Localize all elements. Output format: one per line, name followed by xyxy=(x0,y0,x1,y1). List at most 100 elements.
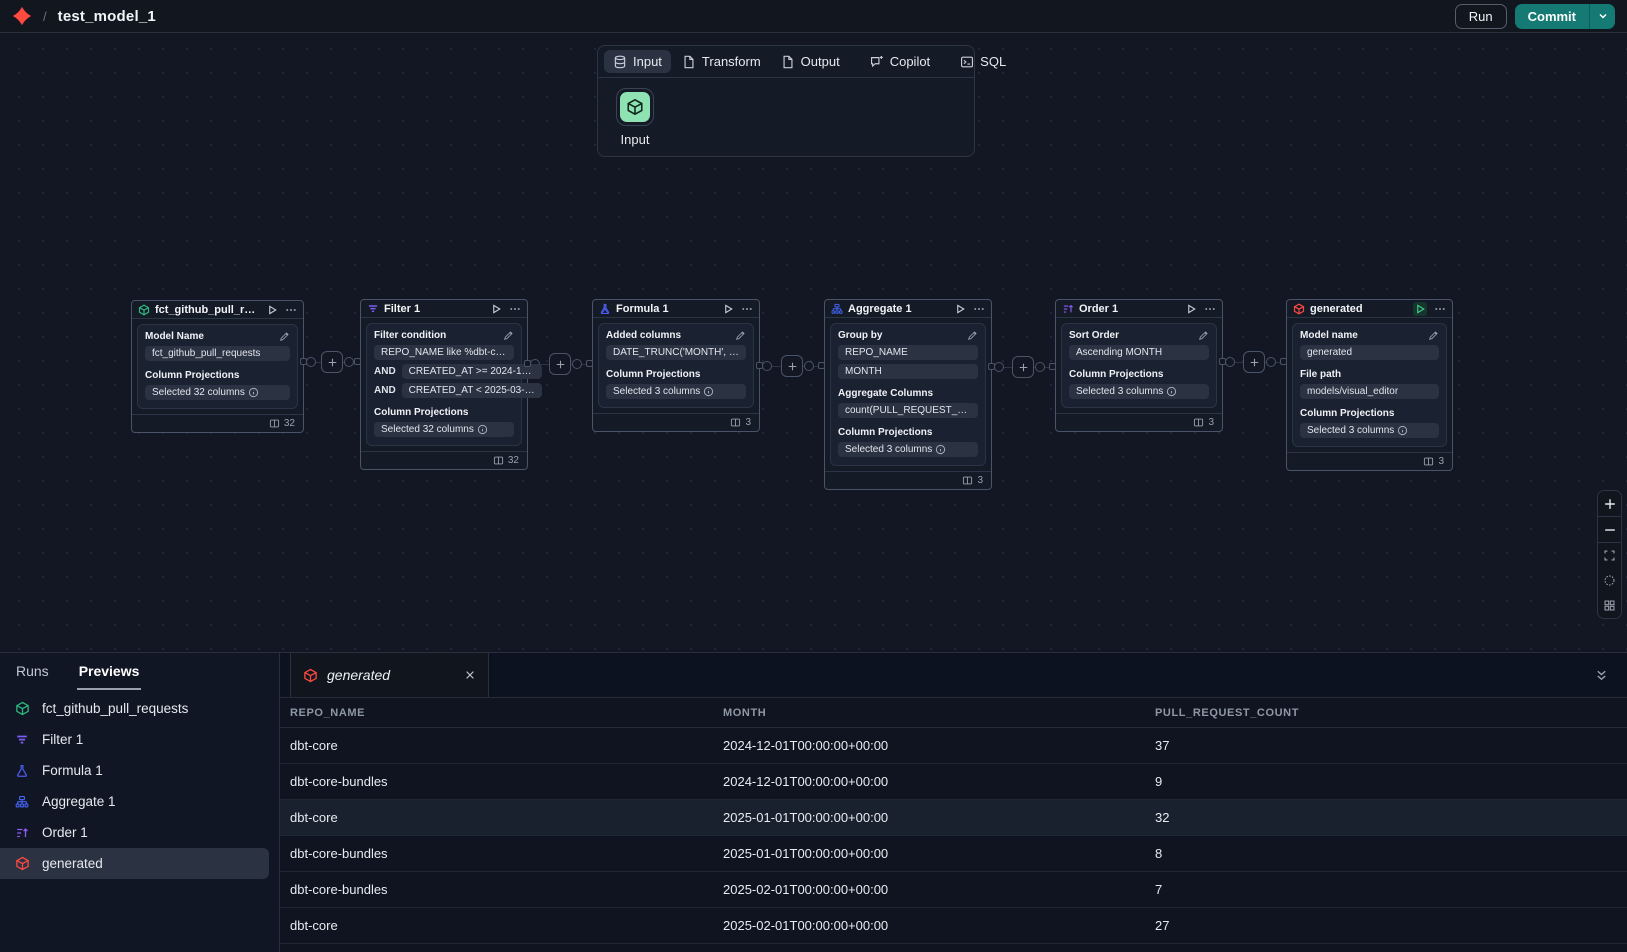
ellipsis-menu-icon[interactable] xyxy=(973,303,985,315)
add-node-button[interactable] xyxy=(781,355,803,377)
tab-input[interactable]: Input xyxy=(604,50,671,73)
play-icon[interactable] xyxy=(490,303,502,315)
added-column-chip[interactable]: DATE_TRUNC('MONTH', CREATED_AT... xyxy=(606,345,746,360)
play-icon[interactable] xyxy=(1185,303,1197,315)
add-node-button[interactable] xyxy=(549,353,571,375)
collapse-panel-icon[interactable] xyxy=(1594,668,1609,683)
edit-pencil-icon[interactable] xyxy=(1428,330,1439,341)
edge-port[interactable] xyxy=(1035,362,1045,372)
sidebar-item-formula-1[interactable]: Formula 1 xyxy=(0,755,269,786)
node-generated[interactable]: generated Model name generated File path xyxy=(1286,299,1453,471)
sidebar-item-fct-github-pull-requests[interactable]: fct_github_pull_requests xyxy=(0,693,269,724)
input-handle[interactable] xyxy=(354,358,361,365)
tab-sql[interactable]: SQL xyxy=(951,50,1015,73)
ellipsis-menu-icon[interactable] xyxy=(741,303,753,315)
editor-canvas[interactable]: Input Transform Output xyxy=(0,34,1627,652)
column-projections-chip[interactable]: Selected 32 columns xyxy=(145,385,290,400)
tab-copilot[interactable]: Copilot xyxy=(861,50,939,73)
add-node-button[interactable] xyxy=(1012,356,1034,378)
column-projections-chip[interactable]: Selected 3 columns xyxy=(1300,423,1439,438)
value-chip[interactable]: fct_github_pull_requests xyxy=(145,346,290,361)
edge-port[interactable] xyxy=(344,357,354,367)
edge-port[interactable] xyxy=(762,361,772,371)
table-row[interactable]: dbt-core-bundles 2024-12-01T00:00:00+00:… xyxy=(280,764,1627,800)
filter-condition-chip[interactable]: REPO_NAME like %dbt-core% xyxy=(374,345,514,360)
add-node-button[interactable] xyxy=(321,351,343,373)
table-row[interactable]: dbt-core 2025-01-01T00:00:00+00:00 32 xyxy=(280,800,1627,836)
zoom-out-button[interactable] xyxy=(1598,517,1621,542)
group-by-chip[interactable]: MONTH xyxy=(838,364,978,379)
output-handle[interactable] xyxy=(1219,358,1226,365)
edge-port[interactable] xyxy=(306,357,316,367)
sort-order-chip[interactable]: Ascending MONTH xyxy=(1069,345,1209,360)
zoom-in-button[interactable] xyxy=(1598,491,1621,516)
tab-transform[interactable]: Transform xyxy=(673,50,770,73)
preview-tab-generated[interactable]: generated xyxy=(290,653,489,697)
ellipsis-menu-icon[interactable] xyxy=(1434,303,1446,315)
ellipsis-menu-icon[interactable] xyxy=(1204,303,1216,315)
run-button[interactable]: Run xyxy=(1455,4,1507,29)
aggregate-column-chip[interactable]: count(PULL_REQUEST_NUMBER) as ... xyxy=(838,403,978,418)
layout-grid-button[interactable] xyxy=(1598,593,1621,618)
column-header-pull-request-count[interactable]: PULL_REQUEST_COUNT xyxy=(1155,707,1627,719)
add-node-button[interactable] xyxy=(1243,351,1265,373)
node-fct-github-pull-requests[interactable]: fct_github_pull_requests Model Name fct_… xyxy=(131,300,304,433)
output-handle[interactable] xyxy=(988,363,995,370)
locate-button[interactable] xyxy=(1598,568,1621,593)
edge-port[interactable] xyxy=(1225,357,1235,367)
sidebar-item-order-1[interactable]: Order 1 xyxy=(0,817,269,848)
play-icon[interactable] xyxy=(266,304,278,316)
edit-pencil-icon[interactable] xyxy=(735,330,746,341)
filter-condition-chip[interactable]: CREATED_AT >= 2024-12-01 xyxy=(402,364,542,379)
input-handle[interactable] xyxy=(1280,358,1287,365)
group-by-chip[interactable]: REPO_NAME xyxy=(838,345,978,360)
node-filter-1[interactable]: Filter 1 Filter condition REPO_NAME like… xyxy=(360,299,528,470)
edge-port[interactable] xyxy=(994,362,1004,372)
edge-port[interactable] xyxy=(572,359,582,369)
tab-previews[interactable]: Previews xyxy=(77,653,142,690)
commit-dropdown-button[interactable] xyxy=(1589,4,1615,29)
filter-condition-chip[interactable]: CREATED_AT < 2025-03-01 xyxy=(402,383,542,398)
commit-button[interactable]: Commit xyxy=(1515,4,1589,29)
file-path-chip[interactable]: models/visual_editor xyxy=(1300,384,1439,399)
table-row[interactable]: dbt-core-bundles 2025-02-01T00:00:00+00:… xyxy=(280,872,1627,908)
edge-port[interactable] xyxy=(1266,357,1276,367)
column-header-repo-name[interactable]: REPO_NAME xyxy=(290,707,723,719)
edit-pencil-icon[interactable] xyxy=(967,330,978,341)
input-handle[interactable] xyxy=(1049,363,1056,370)
close-icon[interactable] xyxy=(464,669,476,681)
edit-pencil-icon[interactable] xyxy=(1198,330,1209,341)
sidebar-item-filter-1[interactable]: Filter 1 xyxy=(0,724,269,755)
node-formula-1[interactable]: Formula 1 Added columns DATE_TRUNC('MONT… xyxy=(592,299,760,432)
play-icon[interactable] xyxy=(722,303,734,315)
edit-pencil-icon[interactable] xyxy=(503,330,514,341)
node-aggregate-1[interactable]: Aggregate 1 Group by REPO_NAME MONTH Agg… xyxy=(824,299,992,490)
play-icon[interactable] xyxy=(954,303,966,315)
column-projections-chip[interactable]: Selected 3 columns xyxy=(1069,384,1209,399)
column-header-month[interactable]: MONTH xyxy=(723,707,1155,719)
tab-output[interactable]: Output xyxy=(772,50,849,73)
tab-runs[interactable]: Runs xyxy=(14,653,51,690)
input-handle[interactable] xyxy=(818,362,825,369)
model-name-chip[interactable]: generated xyxy=(1300,345,1439,360)
sidebar-item-generated[interactable]: generated xyxy=(0,848,269,879)
output-handle[interactable] xyxy=(756,362,763,369)
column-projections-chip[interactable]: Selected 3 columns xyxy=(838,442,978,457)
ellipsis-menu-icon[interactable] xyxy=(285,304,297,316)
column-projections-chip[interactable]: Selected 32 columns xyxy=(374,422,514,437)
ellipsis-menu-icon[interactable] xyxy=(509,303,521,315)
table-row[interactable]: dbt-core 2024-12-01T00:00:00+00:00 37 xyxy=(280,728,1627,764)
table-row[interactable]: dbt-core-bundles 2025-01-01T00:00:00+00:… xyxy=(280,836,1627,872)
input-handle[interactable] xyxy=(586,360,593,367)
edit-pencil-icon[interactable] xyxy=(279,331,290,342)
table-row[interactable]: dbt-core 2025-02-01T00:00:00+00:00 27 xyxy=(280,908,1627,944)
node-order-1[interactable]: Order 1 Sort Order Ascending MONTH Colum… xyxy=(1055,299,1223,432)
sidebar-item-aggregate-1[interactable]: Aggregate 1 xyxy=(0,786,269,817)
fit-view-button[interactable] xyxy=(1598,543,1621,568)
play-icon[interactable] xyxy=(1413,302,1427,316)
edge-port[interactable] xyxy=(804,361,814,371)
output-handle[interactable] xyxy=(300,358,307,365)
palette-item-input[interactable]: Input xyxy=(612,88,658,147)
output-handle[interactable] xyxy=(524,360,531,367)
column-projections-chip[interactable]: Selected 3 columns xyxy=(606,384,746,399)
